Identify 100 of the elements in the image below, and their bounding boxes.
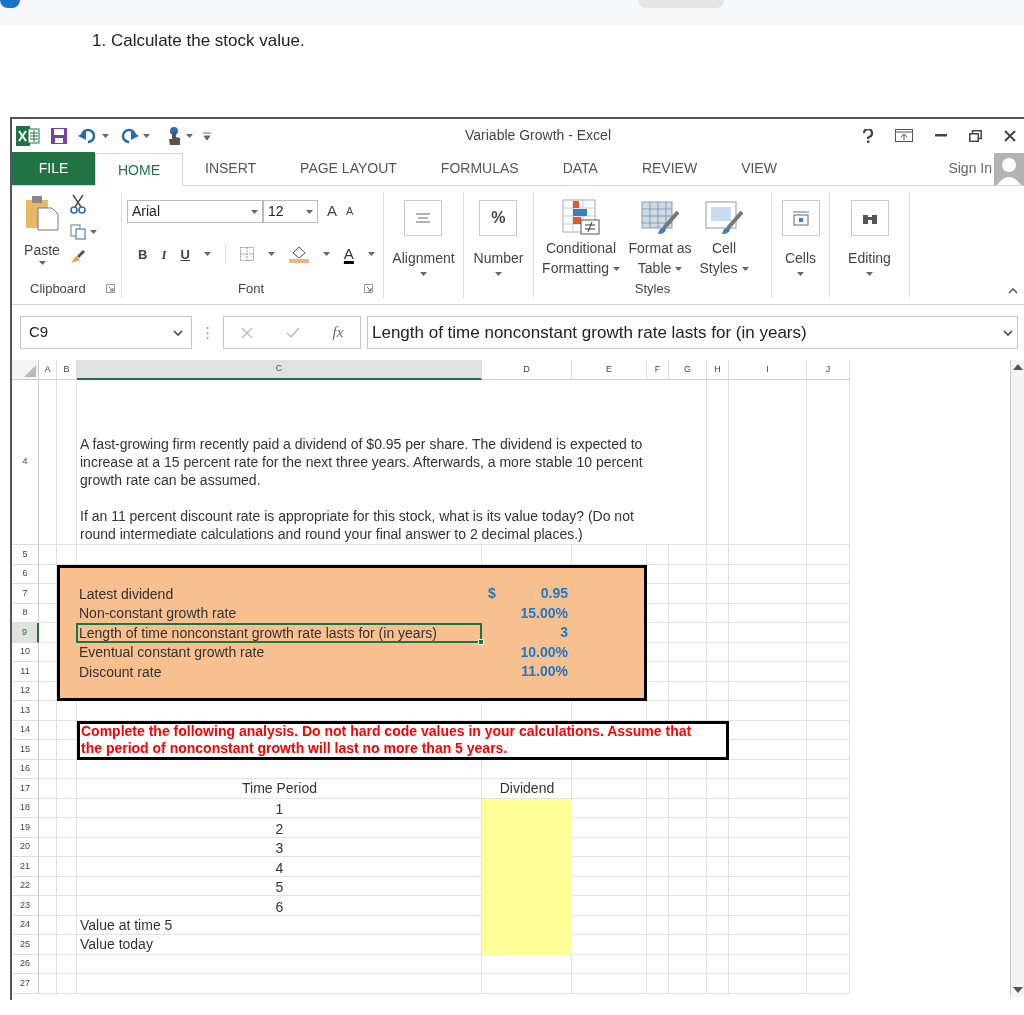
input-label-cell[interactable]: Eventual constant growth rate (76, 642, 482, 662)
caret-icon (267, 252, 275, 257)
grid-cell (39, 974, 57, 994)
minimize-icon[interactable] (935, 134, 947, 137)
alignment-button[interactable]: Alignment (392, 192, 455, 298)
caret-icon (367, 252, 375, 257)
input-label-cell[interactable]: Discount rate (76, 662, 482, 682)
column-header[interactable]: F (647, 360, 669, 380)
editing-button[interactable]: Editing (848, 192, 891, 298)
borders-icon[interactable] (239, 247, 254, 262)
column-header[interactable]: J (807, 360, 850, 380)
row-header[interactable]: 19 (12, 818, 39, 838)
fill-color-icon[interactable] (288, 245, 309, 264)
chevron-down-icon (173, 329, 183, 336)
row-header[interactable]: 15 (12, 740, 39, 760)
redo-icon[interactable] (119, 127, 139, 144)
scroll-down-icon[interactable] (1012, 987, 1023, 993)
row-header[interactable]: 17 (12, 779, 39, 799)
grid-cell (39, 701, 57, 721)
grid-cell (669, 974, 707, 994)
close-icon[interactable] (1004, 129, 1016, 142)
ribbon-tab[interactable]: VIEW (719, 152, 799, 185)
expand-chevron-icon[interactable] (1003, 329, 1013, 336)
insert-function-button[interactable]: fx (332, 321, 344, 344)
paste-button[interactable]: Paste (24, 192, 60, 279)
help-icon[interactable] (863, 128, 873, 143)
row-header[interactable]: 21 (12, 857, 39, 877)
caret-icon (612, 267, 620, 272)
input-label-cell[interactable]: Non-constant growth rate (76, 603, 482, 623)
undo-icon[interactable] (78, 127, 98, 144)
ribbon-display-icon[interactable] (895, 129, 913, 142)
column-header[interactable]: I (729, 360, 807, 380)
row-header[interactable]: 11 (12, 662, 39, 682)
row-header[interactable]: 25 (12, 935, 39, 955)
grid-cell (669, 545, 707, 565)
row-header[interactable]: 13 (12, 701, 39, 721)
paintbrush-icon[interactable] (70, 250, 86, 264)
column-header[interactable]: G (669, 360, 707, 380)
scroll-up-icon[interactable] (1012, 364, 1023, 370)
column-header[interactable]: E (572, 360, 647, 380)
fill-handle[interactable] (478, 638, 484, 645)
spreadsheet-logo-icon (16, 125, 40, 146)
column-header[interactable]: D (482, 360, 572, 380)
font-size-field[interactable]: 12 (263, 200, 318, 223)
row-header[interactable]: 23 (12, 896, 39, 916)
row-header[interactable]: 7 (12, 584, 39, 604)
input-label-cell[interactable]: Length of time nonconstant growth rate lasts for (in years) (76, 623, 482, 643)
input-label-cell[interactable]: Latest dividend (76, 584, 482, 604)
caret-icon (866, 271, 873, 276)
styles-button[interactable]: Conditional Formatting (538, 192, 624, 278)
sign-in-link[interactable]: Sign In (948, 158, 992, 179)
format-button[interactable]: U (180, 244, 190, 264)
row-header[interactable]: 9 (12, 623, 39, 643)
input-cell[interactable] (482, 798, 572, 818)
dialog-launcher-icon[interactable] (105, 283, 115, 293)
collapse-ribbon-icon[interactable] (1008, 288, 1018, 294)
hand-pointer-icon[interactable] (166, 125, 182, 146)
number-button[interactable]: % Number (473, 192, 524, 298)
grid-cell (669, 623, 707, 643)
save-icon[interactable] (50, 126, 68, 145)
row-header[interactable]: 5 (12, 545, 39, 565)
check-icon[interactable] (285, 327, 300, 338)
font-name-field[interactable]: Arial (127, 200, 263, 223)
restore-icon[interactable] (969, 129, 982, 142)
dialog-launcher-icon[interactable] (364, 283, 373, 293)
formula-input[interactable]: Length of time nonconstant growth rate lasts for (in years) (367, 316, 1018, 349)
scissors-icon[interactable] (70, 194, 86, 214)
ribbon-tab[interactable]: FORMULAS (418, 152, 541, 185)
input-cell[interactable] (482, 935, 572, 955)
column-header[interactable]: H (707, 360, 729, 380)
row-header[interactable]: 4 (12, 380, 39, 545)
shrink-font-button[interactable]: A (346, 203, 354, 220)
grow-font-button[interactable]: A (327, 200, 337, 223)
column-header[interactable]: A (39, 360, 57, 380)
file-menu-button[interactable]: FILE (12, 152, 95, 185)
grid-cell (707, 564, 729, 584)
format-button[interactable]: I (161, 244, 167, 264)
grid-cell (57, 935, 77, 955)
styles-button[interactable]: Cell Styles (696, 192, 752, 278)
ribbon-tab[interactable]: HOME (95, 153, 183, 186)
grid-cell (647, 915, 669, 935)
ribbon-tab[interactable]: INSERT (183, 152, 279, 185)
copy-icon[interactable] (70, 224, 86, 240)
row-header[interactable]: 27 (12, 974, 39, 994)
format-button[interactable]: B (138, 244, 148, 264)
grid-cell (807, 857, 850, 877)
ribbon-tab[interactable]: DATA (540, 152, 620, 185)
grid-cell (39, 896, 57, 916)
column-header[interactable]: C (77, 360, 482, 380)
cells-button[interactable]: Cells (781, 192, 820, 298)
column-header[interactable]: B (57, 360, 77, 380)
caret-icon (90, 230, 97, 234)
styles-button[interactable]: Format as Table (624, 192, 696, 278)
ribbon-tab[interactable]: REVIEW (619, 152, 720, 185)
customize-toolbar-icon[interactable] (203, 131, 211, 140)
period-number: 2 (275, 820, 284, 838)
ribbon-tab[interactable]: PAGE LAYOUT (278, 152, 419, 185)
vertical-scrollbar[interactable] (1010, 360, 1024, 997)
name-box[interactable]: C9 (20, 316, 192, 349)
font-color-button[interactable]: A (343, 243, 354, 266)
